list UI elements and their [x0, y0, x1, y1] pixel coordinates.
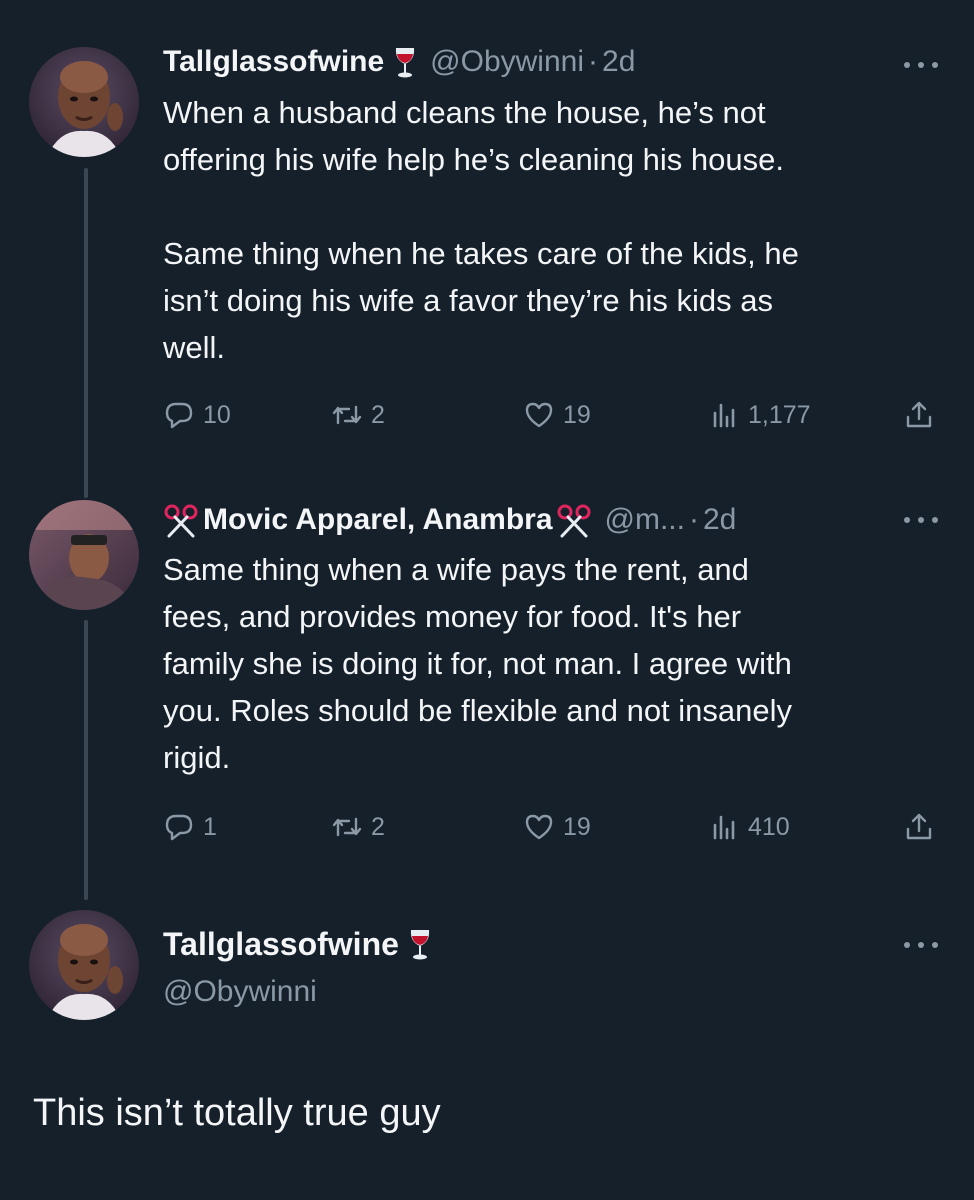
views-count: 410	[748, 812, 790, 841]
reply-button[interactable]: 1	[163, 807, 217, 847]
reply-count: 10	[203, 400, 231, 429]
tweet-actions: 1 2 19 410	[163, 807, 943, 847]
tweet-text: This isn’t totally true guy	[33, 1092, 441, 1134]
retweet-button[interactable]: 2	[331, 807, 385, 847]
scissors-icon	[163, 502, 203, 538]
author-name[interactable]: Tallglassofwine	[163, 42, 384, 82]
avatar[interactable]	[29, 500, 139, 610]
retweet-count: 2	[371, 812, 385, 841]
author-handle[interactable]: @Obywinni	[430, 42, 584, 82]
thread-connector-line	[84, 168, 88, 498]
tweet-text: Same thing when a wife pays the rent, an…	[163, 552, 793, 775]
reply-icon	[165, 814, 193, 841]
author-handle[interactable]: @m...	[605, 500, 685, 540]
retweet-icon	[332, 405, 362, 425]
reply-icon	[165, 402, 193, 429]
views-icon	[713, 815, 735, 840]
more-icon[interactable]	[904, 515, 938, 525]
share-icon	[906, 813, 932, 840]
like-button[interactable]: 19	[523, 395, 591, 435]
more-icon[interactable]	[904, 940, 938, 950]
retweet-button[interactable]: 2	[331, 395, 385, 435]
avatar[interactable]	[29, 47, 139, 157]
thread-connector-line	[84, 620, 88, 900]
tweet-text: When a husband cleans the house, he’s no…	[163, 95, 799, 365]
avatar[interactable]	[29, 910, 139, 1020]
heart-icon	[525, 814, 553, 840]
more-icon[interactable]	[904, 60, 938, 70]
timestamp[interactable]: 2d	[703, 500, 736, 540]
separator-dot: ·	[588, 45, 599, 78]
share-icon	[906, 401, 932, 428]
author-name[interactable]: Movic Apparel, Anambra	[203, 500, 553, 540]
share-button[interactable]	[903, 395, 935, 435]
tweet-actions: 10 2 19 1,177	[163, 395, 943, 435]
retweet-count: 2	[371, 400, 385, 429]
wine-glass-icon	[392, 44, 418, 80]
views-icon	[713, 403, 735, 428]
author-handle[interactable]: @Obywinni	[163, 972, 317, 1012]
tweet-header: Movic Apparel, Anambra @m... · 2d	[163, 500, 736, 540]
share-button[interactable]	[903, 807, 935, 847]
views-count: 1,177	[748, 400, 811, 429]
timestamp[interactable]: 2d	[602, 42, 635, 82]
like-button[interactable]: 19	[523, 807, 591, 847]
wine-glass-icon	[407, 926, 433, 962]
like-count: 19	[563, 812, 591, 841]
like-count: 19	[563, 400, 591, 429]
reply-button[interactable]: 10	[163, 395, 231, 435]
scissors-icon	[553, 502, 593, 538]
author-name[interactable]: Tallglassofwine	[163, 922, 399, 966]
heart-icon	[525, 402, 553, 428]
author-header: Tallglassofwine	[163, 922, 433, 966]
retweet-icon	[332, 817, 362, 837]
reply-count: 1	[203, 812, 217, 841]
views-button[interactable]: 410	[708, 807, 790, 847]
separator-dot: ·	[688, 503, 699, 536]
views-button[interactable]: 1,177	[708, 395, 811, 435]
tweet-header: Tallglassofwine @Obywinni · 2d	[163, 42, 635, 82]
